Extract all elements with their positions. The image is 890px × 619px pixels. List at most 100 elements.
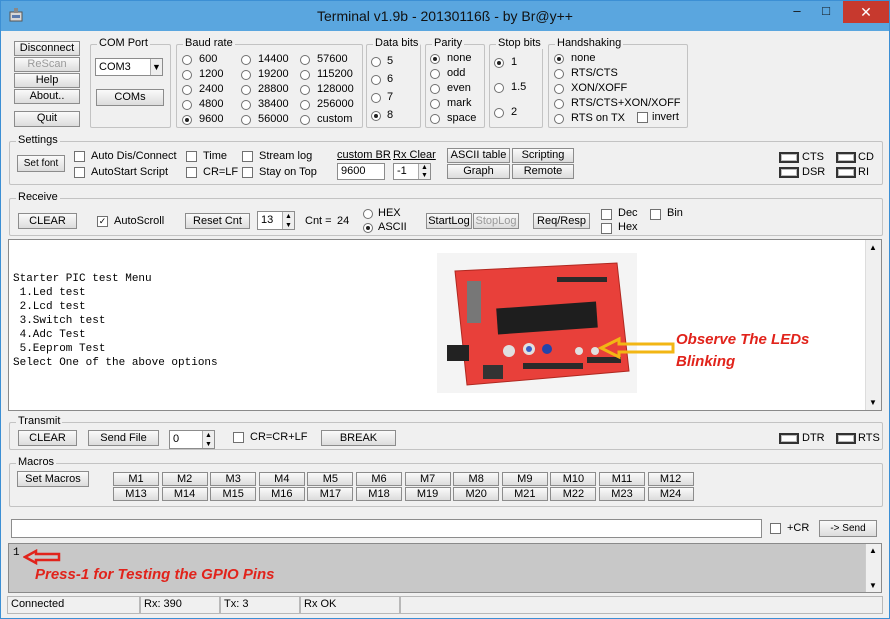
receive-text-area[interactable]: Starter PIC test Menu 1.Led test 2.Lcd t… (8, 239, 882, 411)
stopbits-radio-1[interactable] (494, 58, 504, 68)
disconnect-button[interactable]: Disconnect (14, 41, 80, 56)
macro-button-m4[interactable]: M4 (258, 472, 305, 486)
hex-display-checkbox[interactable] (601, 223, 612, 234)
macro-button-m10[interactable]: M10 (550, 472, 597, 486)
baud-radio-600[interactable] (182, 55, 192, 65)
parity-radio-space[interactable] (430, 114, 440, 124)
parity-radio-mark[interactable] (430, 99, 440, 109)
req-resp-button[interactable]: Req/Resp (533, 213, 590, 229)
transmit-log-area[interactable]: 1 Press-1 for Testing the GPIO Pins ▲ ▼ (8, 543, 882, 593)
macro-button-m22[interactable]: M22 (550, 487, 597, 501)
coms-button[interactable]: COMs (96, 89, 164, 106)
startlog-button[interactable]: StartLog (426, 213, 472, 229)
cr-crlf-checkbox[interactable] (233, 432, 244, 443)
dec-checkbox[interactable] (601, 209, 612, 220)
cr-lf-checkbox[interactable] (186, 167, 197, 178)
baud-radio-2400[interactable] (182, 85, 192, 95)
macro-button-m23[interactable]: M23 (599, 487, 645, 501)
rescan-button[interactable]: ReScan (14, 57, 80, 72)
reset-cnt-button[interactable]: Reset Cnt (185, 213, 250, 229)
baud-radio-256000[interactable] (300, 100, 310, 110)
databits-radio-6[interactable] (371, 75, 381, 85)
macro-button-m5[interactable]: M5 (307, 472, 354, 486)
databits-radio-7[interactable] (371, 93, 381, 103)
baud-radio-9600[interactable] (182, 115, 192, 125)
send-input[interactable] (11, 519, 762, 538)
macro-button-m13[interactable]: M13 (113, 487, 159, 501)
macro-button-m7[interactable]: M7 (404, 472, 451, 486)
stoplog-button[interactable]: StopLog (473, 213, 519, 229)
autostart-script-checkbox[interactable] (74, 167, 85, 178)
baud-radio-28800[interactable] (241, 85, 251, 95)
baud-radio-4800[interactable] (182, 100, 192, 110)
ascii-table-button[interactable]: ASCII table (447, 148, 510, 163)
macro-button-m19[interactable]: M19 (404, 487, 451, 501)
macro-button-m16[interactable]: M16 (258, 487, 305, 501)
about-button[interactable]: About.. (14, 89, 80, 104)
remote-button[interactable]: Remote (512, 164, 574, 179)
baud-radio-14400[interactable] (241, 55, 251, 65)
macro-button-m2[interactable]: M2 (161, 472, 208, 486)
custom-br-input[interactable]: 9600 (337, 163, 385, 180)
maximize-button[interactable]: □ (811, 1, 841, 23)
handshaking-radio-none[interactable] (554, 54, 564, 64)
macro-button-m21[interactable]: M21 (501, 487, 548, 501)
handshaking-radio-rts-on-tx[interactable] (554, 114, 564, 124)
plus-cr-checkbox[interactable] (770, 523, 781, 534)
transmit-log-scrollbar[interactable]: ▲ ▼ (865, 544, 881, 592)
macro-button-m20[interactable]: M20 (453, 487, 500, 501)
ascii-radio[interactable] (363, 223, 373, 233)
quit-button[interactable]: Quit (14, 111, 80, 127)
baud-radio-1200[interactable] (182, 70, 192, 80)
send-file-button[interactable]: Send File (88, 430, 159, 446)
receive-clear-button[interactable]: CLEAR (18, 213, 77, 229)
set-macros-button[interactable]: Set Macros (17, 471, 89, 487)
macro-button-m14[interactable]: M14 (161, 487, 208, 501)
break-button[interactable]: BREAK (321, 430, 396, 446)
transmit-spinner[interactable]: 0 ▲ ▼ (169, 430, 215, 449)
title-bar[interactable]: Terminal v1.9b - 20130116ß - by Br@y++ –… (1, 1, 889, 31)
parity-radio-none[interactable] (430, 54, 440, 64)
macro-button-m12[interactable]: M12 (647, 472, 694, 486)
macro-button-m11[interactable]: M11 (599, 472, 645, 486)
stopbits-radio-2[interactable] (494, 108, 504, 118)
bin-checkbox[interactable] (650, 209, 661, 220)
macro-button-m8[interactable]: M8 (453, 472, 500, 486)
rx-clear-input[interactable]: -1 ▲ ▼ (393, 163, 431, 180)
com-port-select[interactable]: COM3 ▼ (95, 58, 163, 76)
scroll-down-icon[interactable]: ▼ (869, 398, 877, 407)
hex-radio[interactable] (363, 209, 373, 219)
stream-log-checkbox[interactable] (242, 151, 253, 162)
macro-button-m9[interactable]: M9 (501, 472, 548, 486)
parity-radio-odd[interactable] (430, 69, 440, 79)
databits-radio-8[interactable] (371, 111, 381, 121)
auto-dis-connect-checkbox[interactable] (74, 151, 85, 162)
cnt-spinner[interactable]: 13 ▲ ▼ (257, 211, 295, 230)
stopbits-radio-1-5[interactable] (494, 83, 504, 93)
macro-button-m15[interactable]: M15 (210, 487, 257, 501)
macro-button-m6[interactable]: M6 (356, 472, 402, 486)
macro-button-m18[interactable]: M18 (356, 487, 402, 501)
scroll-up-icon[interactable]: ▲ (869, 243, 877, 252)
baud-radio-56000[interactable] (241, 115, 251, 125)
baud-radio-115200[interactable] (300, 70, 310, 80)
send-button[interactable]: -> Send (819, 520, 877, 537)
scroll-down-icon[interactable]: ▼ (869, 581, 877, 590)
macro-button-m1[interactable]: M1 (113, 472, 159, 486)
time-checkbox[interactable] (186, 151, 197, 162)
handshaking-radio-rts-cts-xon-xoff[interactable] (554, 99, 564, 109)
receive-scrollbar[interactable]: ▲ ▼ (865, 240, 881, 410)
scripting-button[interactable]: Scripting (512, 148, 574, 163)
handshaking-radio-rts-cts[interactable] (554, 69, 564, 79)
scroll-up-icon[interactable]: ▲ (869, 546, 877, 555)
parity-radio-even[interactable] (430, 84, 440, 94)
close-button[interactable]: ✕ (843, 1, 889, 23)
macro-button-m17[interactable]: M17 (307, 487, 354, 501)
transmit-clear-button[interactable]: CLEAR (18, 430, 77, 446)
minimize-button[interactable]: – (782, 1, 812, 23)
set-font-button[interactable]: Set font (17, 155, 65, 172)
handshaking-radio-xon-xoff[interactable] (554, 84, 564, 94)
stay-on-top-checkbox[interactable] (242, 167, 253, 178)
help-button[interactable]: Help (14, 73, 80, 88)
baud-radio-57600[interactable] (300, 55, 310, 65)
